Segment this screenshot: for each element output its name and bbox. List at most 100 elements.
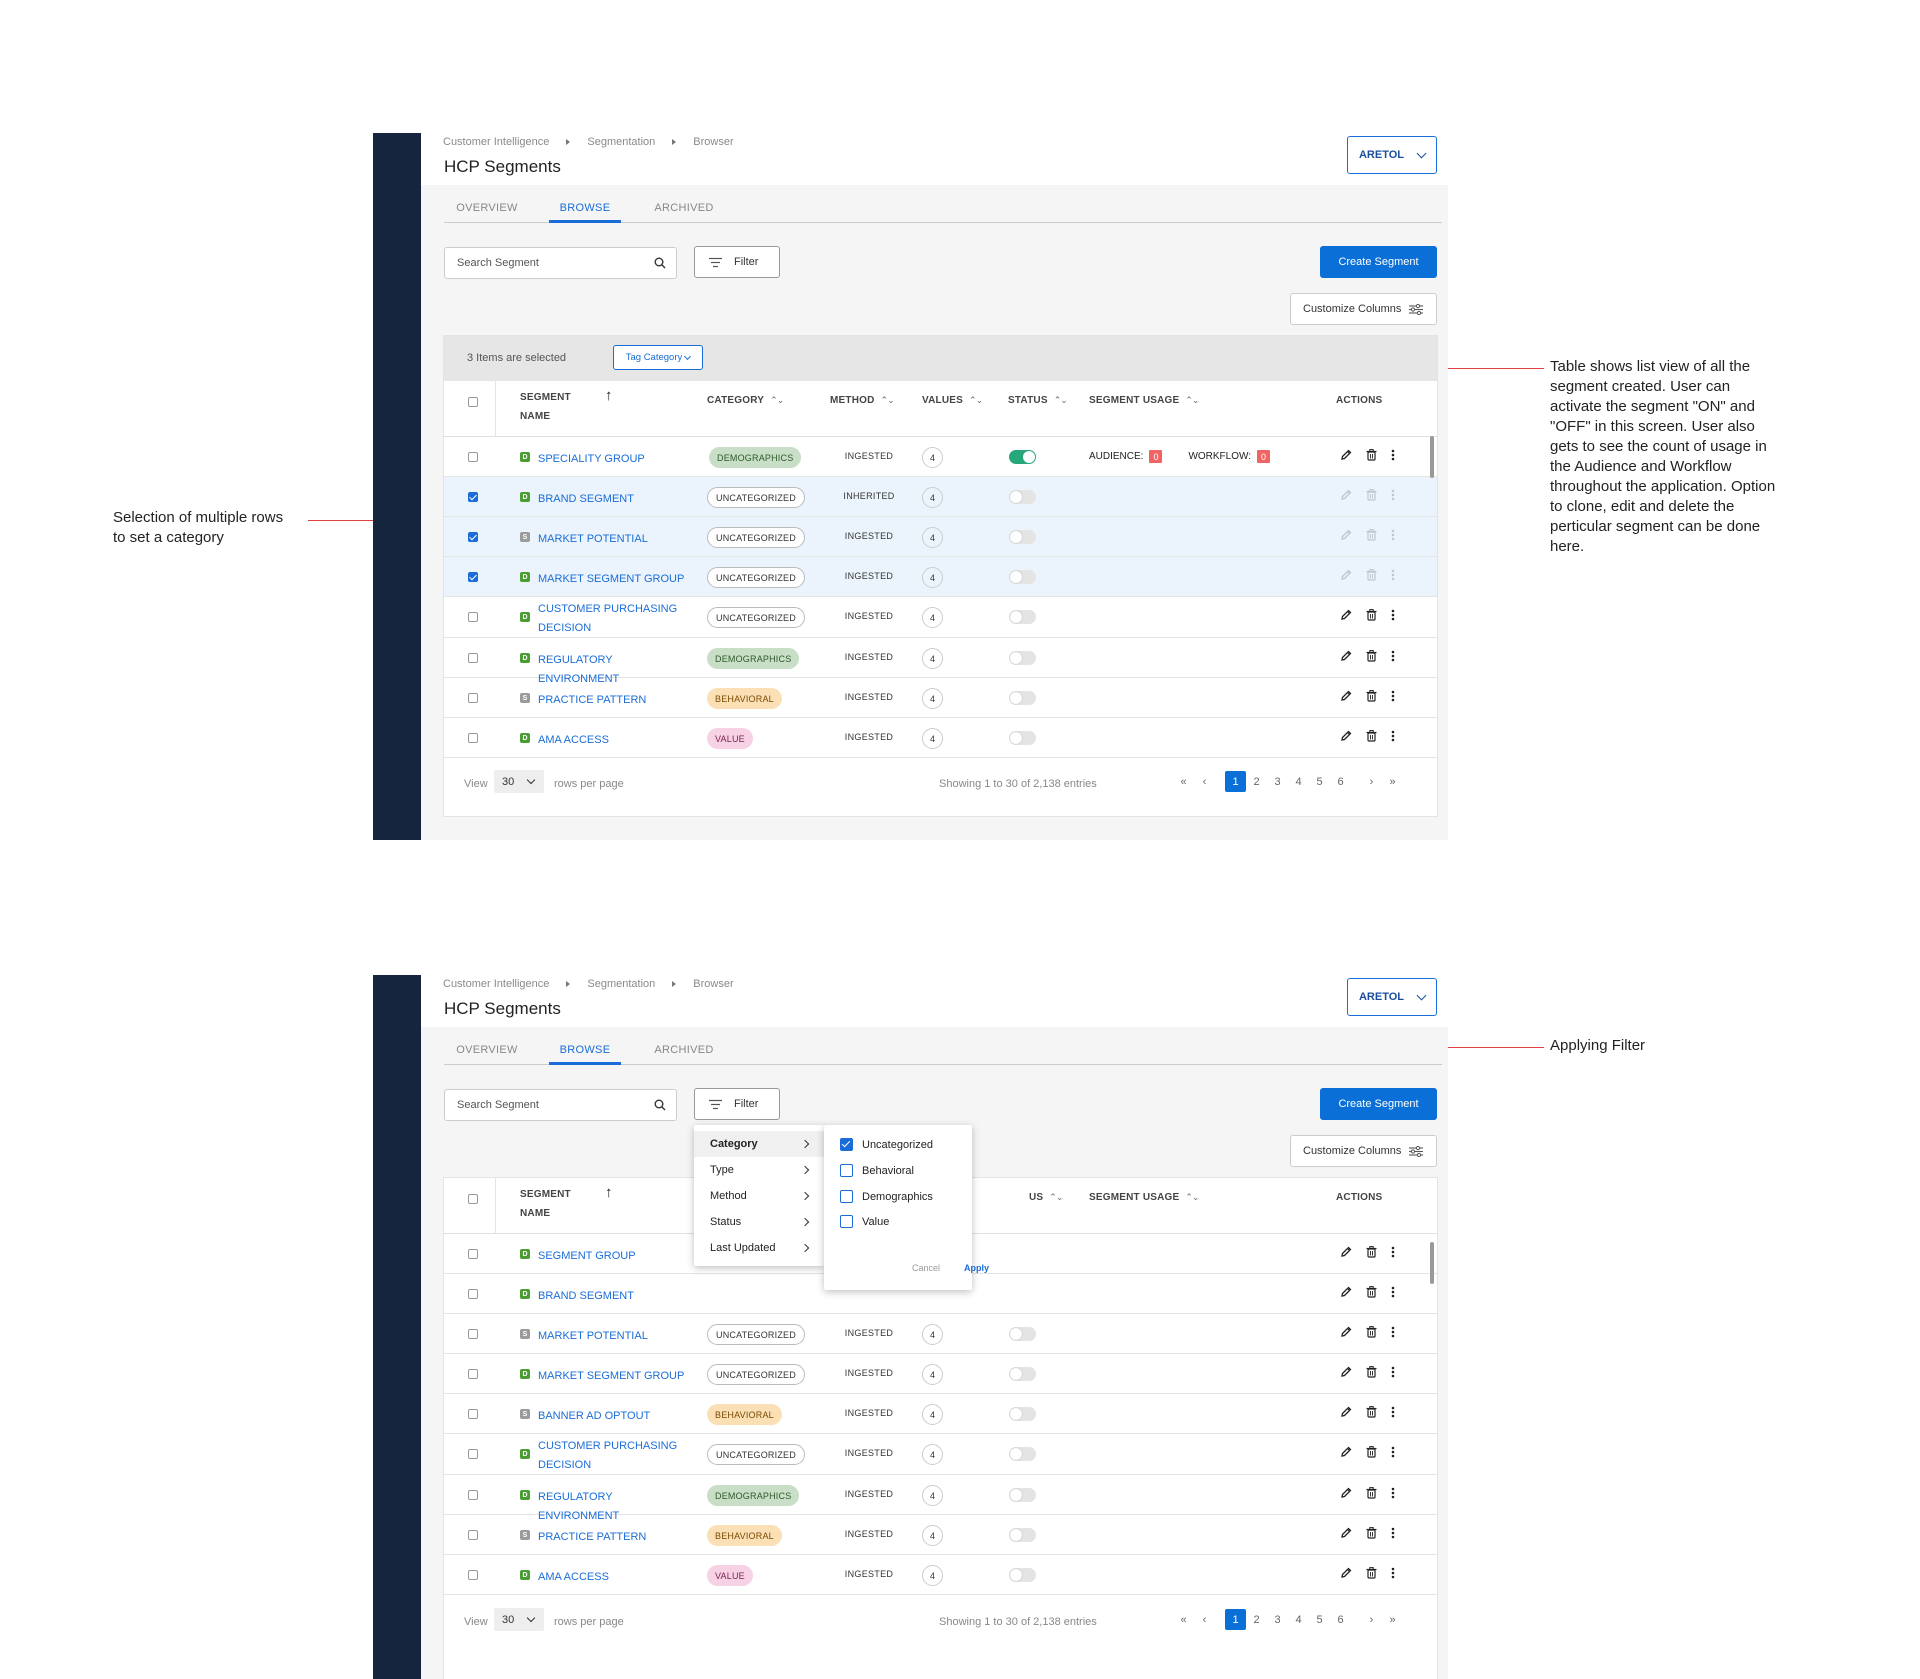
table-row[interactable]: S MARKET POTENTIAL UNCATEGORIZED INGESTED 4 xyxy=(444,1314,1437,1354)
rows-per-page-select[interactable]: 30 xyxy=(494,1608,544,1631)
more-options-icon[interactable] xyxy=(1391,1446,1395,1461)
page-number[interactable]: 6 xyxy=(1330,1609,1351,1630)
sort-ascending-icon[interactable]: ↑ xyxy=(605,1184,613,1201)
values-count[interactable]: 4 xyxy=(922,607,943,628)
filter-option-demographics[interactable]: Demographics xyxy=(840,1190,933,1203)
values-count[interactable]: 4 xyxy=(922,527,943,548)
filter-menu-item-last-updated[interactable]: Last Updated xyxy=(694,1235,824,1261)
status-toggle[interactable] xyxy=(1009,570,1036,584)
row-checkbox[interactable] xyxy=(468,1570,478,1580)
header-status[interactable]: STATUS ⌃⌄ xyxy=(1008,395,1068,406)
next-page-icon[interactable]: › xyxy=(1361,771,1382,792)
table-scrollbar[interactable] xyxy=(1430,1242,1434,1284)
page-number[interactable]: 4 xyxy=(1288,1609,1309,1630)
status-toggle[interactable] xyxy=(1009,1488,1036,1502)
first-page-icon[interactable]: « xyxy=(1173,1609,1194,1630)
page-number[interactable]: 2 xyxy=(1246,1609,1267,1630)
values-count[interactable]: 4 xyxy=(922,1565,943,1586)
tab-overview[interactable]: OVERVIEW xyxy=(444,1039,530,1065)
filter-cancel-button[interactable]: Cancel xyxy=(912,1263,940,1273)
header-status[interactable]: US ⌃⌄ xyxy=(1029,1192,1063,1203)
status-toggle[interactable] xyxy=(1009,1407,1036,1421)
breadcrumb-item[interactable]: Segmentation xyxy=(587,136,655,148)
row-checkbox[interactable] xyxy=(468,1369,478,1379)
values-count[interactable]: 4 xyxy=(922,1485,943,1506)
delete-trash-icon[interactable] xyxy=(1366,1527,1377,1542)
filter-apply-button[interactable]: Apply xyxy=(964,1263,989,1273)
row-checkbox[interactable] xyxy=(468,532,478,542)
breadcrumb-item[interactable]: Customer Intelligence xyxy=(443,136,549,148)
segment-name-link[interactable]: MARKET SEGMENT GROUP xyxy=(538,570,688,589)
tab-archived[interactable]: ARCHIVED xyxy=(640,197,728,223)
last-page-icon[interactable]: » xyxy=(1382,1609,1403,1630)
edit-pencil-icon[interactable] xyxy=(1340,1326,1352,1341)
checkbox[interactable] xyxy=(840,1164,853,1177)
segment-name-link[interactable]: AMA ACCESS xyxy=(538,731,688,750)
delete-trash-icon[interactable] xyxy=(1366,1366,1377,1381)
status-toggle[interactable] xyxy=(1009,530,1036,544)
segment-name-link[interactable]: SPECIALITY GROUP xyxy=(538,450,688,469)
last-page-icon[interactable]: » xyxy=(1382,771,1403,792)
row-checkbox[interactable] xyxy=(468,492,478,502)
header-segment-usage[interactable]: SEGMENT USAGE ⌃⌄ xyxy=(1089,395,1199,406)
table-row[interactable]: D SPECIALITY GROUP DEMOGRAPHICS INGESTED 4 AU… xyxy=(444,437,1437,477)
status-toggle[interactable] xyxy=(1009,490,1036,504)
row-checkbox[interactable] xyxy=(468,653,478,663)
edit-pencil-icon[interactable] xyxy=(1340,1286,1352,1301)
delete-trash-icon[interactable] xyxy=(1366,1406,1377,1421)
status-toggle[interactable] xyxy=(1009,691,1036,705)
tab-archived[interactable]: ARCHIVED xyxy=(640,1039,728,1065)
values-count[interactable]: 4 xyxy=(922,648,943,669)
row-checkbox[interactable] xyxy=(468,693,478,703)
more-options-icon[interactable] xyxy=(1391,690,1395,705)
row-checkbox[interactable] xyxy=(468,1490,478,1500)
row-checkbox[interactable] xyxy=(468,612,478,622)
more-options-icon[interactable] xyxy=(1391,1527,1395,1542)
segment-name-link[interactable]: CUSTOMER PURCHASING DECISION xyxy=(538,600,688,638)
table-row[interactable]: D CUSTOMER PURCHASING DECISION UNCATEGORIZ… xyxy=(444,1434,1437,1475)
create-segment-button[interactable]: Create Segment xyxy=(1320,246,1437,278)
edit-pencil-icon[interactable] xyxy=(1340,1366,1352,1381)
row-checkbox[interactable] xyxy=(468,1249,478,1259)
values-count[interactable]: 4 xyxy=(922,1404,943,1425)
status-toggle[interactable] xyxy=(1009,610,1036,624)
table-row[interactable]: D CUSTOMER PURCHASING DECISION UNCATEGORIZ… xyxy=(444,597,1437,638)
header-values[interactable]: VALUES ⌃⌄ xyxy=(922,395,983,406)
page-number[interactable]: 4 xyxy=(1288,771,1309,792)
edit-pencil-icon[interactable] xyxy=(1340,449,1352,464)
edit-pencil-icon[interactable] xyxy=(1340,1446,1352,1461)
status-toggle[interactable] xyxy=(1009,1568,1036,1582)
rows-per-page-select[interactable]: 30 xyxy=(494,770,544,793)
table-row[interactable]: D AMA ACCESS VALUE INGESTED 4 xyxy=(444,1555,1437,1595)
delete-trash-icon[interactable] xyxy=(1366,1567,1377,1582)
segment-name-link[interactable]: AMA ACCESS xyxy=(538,1568,688,1587)
row-checkbox[interactable] xyxy=(468,452,478,462)
filter-button[interactable]: Filter xyxy=(694,1088,780,1120)
delete-trash-icon[interactable] xyxy=(1366,690,1377,705)
header-segment-usage[interactable]: SEGMENT USAGE ⌃⌄ xyxy=(1089,1192,1199,1203)
more-options-icon[interactable] xyxy=(1391,529,1395,544)
customize-columns-button[interactable]: Customize Columns xyxy=(1290,293,1437,325)
status-toggle[interactable] xyxy=(1009,1327,1036,1341)
more-options-icon[interactable] xyxy=(1391,449,1395,464)
values-count[interactable]: 4 xyxy=(922,567,943,588)
sort-ascending-icon[interactable]: ↑ xyxy=(605,387,613,404)
table-row[interactable]: S PRACTICE PATTERN BEHAVIORAL INGESTED 4 xyxy=(444,678,1437,718)
page-number[interactable]: 1 xyxy=(1225,771,1246,792)
status-toggle[interactable] xyxy=(1009,450,1036,464)
select-all-checkbox[interactable] xyxy=(468,1194,478,1204)
edit-pencil-icon[interactable] xyxy=(1340,489,1352,504)
table-row[interactable]: S PRACTICE PATTERN BEHAVIORAL INGESTED 4 xyxy=(444,1515,1437,1555)
tab-browse[interactable]: BROWSE xyxy=(549,1039,621,1065)
row-checkbox[interactable] xyxy=(468,1289,478,1299)
header-method[interactable]: METHOD ⌃⌄ xyxy=(830,395,895,406)
edit-pencil-icon[interactable] xyxy=(1340,1246,1352,1261)
more-options-icon[interactable] xyxy=(1391,650,1395,665)
values-count[interactable]: 4 xyxy=(922,1525,943,1546)
table-row[interactable]: D REGULATORY ENVIRONMENT DEMOGRAPHICS INGES… xyxy=(444,638,1437,685)
edit-pencil-icon[interactable] xyxy=(1340,1406,1352,1421)
segment-name-link[interactable]: BANNER AD OPTOUT xyxy=(538,1407,688,1426)
select-all-checkbox[interactable] xyxy=(468,397,478,407)
search-input[interactable]: Search Segment xyxy=(444,1089,677,1121)
more-options-icon[interactable] xyxy=(1391,1567,1395,1582)
